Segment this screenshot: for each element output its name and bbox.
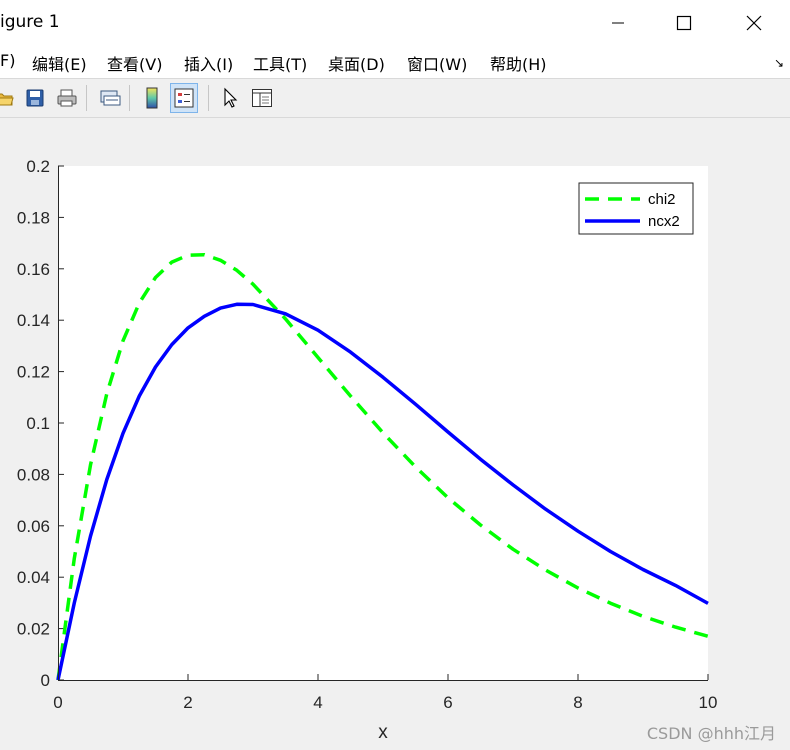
title-bar[interactable]: igure 1 xyxy=(0,0,790,46)
link-plot-button[interactable] xyxy=(96,83,124,113)
print-button[interactable] xyxy=(53,83,81,113)
colorbar-button[interactable] xyxy=(138,83,166,113)
x-tick-label: 8 xyxy=(573,693,582,712)
maximize-button[interactable] xyxy=(654,0,714,46)
print-icon xyxy=(57,89,77,107)
maximize-icon xyxy=(676,15,692,31)
menu-view[interactable]: 查看(V) xyxy=(107,51,162,75)
y-tick-label: 0.16 xyxy=(17,260,50,279)
y-tick-label: 0 xyxy=(41,671,50,690)
toolbar-separator xyxy=(129,85,130,111)
figure-window: igure 1 F) 编辑(E) 查看(V) 插入(I) 工具(T) 桌面(D)… xyxy=(0,0,790,750)
x-axis-label: x xyxy=(378,722,388,743)
pointer-button[interactable] xyxy=(216,83,244,113)
y-tick-label: 0.06 xyxy=(17,517,50,536)
x-tick-label: 6 xyxy=(443,693,452,712)
menu-window[interactable]: 窗口(W) xyxy=(407,51,467,75)
y-tick-label: 0.12 xyxy=(17,363,50,382)
menu-file[interactable]: F) xyxy=(0,51,15,70)
legend-icon xyxy=(174,88,194,108)
line-chart[interactable]: 0 2 4 6 8 10 0 0.02 0.04 0.06 0.08 0.1 0.12 0.14 0.16 0… xyxy=(0,118,790,750)
menu-bar: F) 编辑(E) 查看(V) 插入(I) 工具(T) 桌面(D) 窗口(W) 帮… xyxy=(0,46,790,78)
x-tick-label: 2 xyxy=(183,693,192,712)
y-tick-label: 0.18 xyxy=(17,208,50,227)
dock-arrow-icon[interactable]: ↘ xyxy=(774,56,784,70)
menu-insert[interactable]: 插入(I) xyxy=(184,51,233,75)
pointer-icon xyxy=(224,87,238,108)
menu-tools[interactable]: 工具(T) xyxy=(253,51,307,75)
close-icon xyxy=(746,15,762,31)
property-editor-icon xyxy=(252,89,272,107)
legend-label-chi2: chi2 xyxy=(648,191,676,208)
x-tick-label: 4 xyxy=(313,693,322,712)
colorbar-icon xyxy=(146,87,158,109)
y-tick-label: 0.08 xyxy=(17,465,50,484)
toolbar xyxy=(0,78,790,118)
y-tick-label: 0.1 xyxy=(26,414,50,433)
legend-button[interactable] xyxy=(170,83,198,113)
y-tick-label: 0.02 xyxy=(17,620,50,639)
save-button[interactable] xyxy=(21,83,49,113)
figure-canvas[interactable]: 0 2 4 6 8 10 0 0.02 0.04 0.06 0.08 0.1 0.12 0.14 0.16 0… xyxy=(0,118,790,750)
menu-desktop[interactable]: 桌面(D) xyxy=(328,51,385,75)
open-folder-icon xyxy=(0,93,14,106)
y-tick-label: 0.2 xyxy=(26,157,50,176)
toolbar-separator xyxy=(208,85,209,111)
x-tick-label: 10 xyxy=(699,693,718,712)
watermark: CSDN @hhh江月 xyxy=(646,724,776,743)
x-tick-label: 0 xyxy=(53,693,62,712)
menu-help[interactable]: 帮助(H) xyxy=(490,51,547,75)
y-tick-label: 0.14 xyxy=(17,311,50,330)
y-tick-label: 0.04 xyxy=(17,568,50,587)
close-button[interactable] xyxy=(724,0,784,46)
property-editor-button[interactable] xyxy=(248,83,276,113)
minimize-icon xyxy=(612,22,624,24)
toolbar-separator xyxy=(86,85,87,111)
open-button[interactable] xyxy=(0,83,18,113)
window-title: igure 1 xyxy=(0,12,60,32)
save-icon xyxy=(26,89,44,107)
legend-label-ncx2: ncx2 xyxy=(648,213,680,230)
legend[interactable]: chi2 ncx2 xyxy=(578,182,694,235)
minimize-button[interactable] xyxy=(588,0,648,46)
menu-edit[interactable]: 编辑(E) xyxy=(32,51,87,75)
link-plot-icon xyxy=(100,90,121,106)
